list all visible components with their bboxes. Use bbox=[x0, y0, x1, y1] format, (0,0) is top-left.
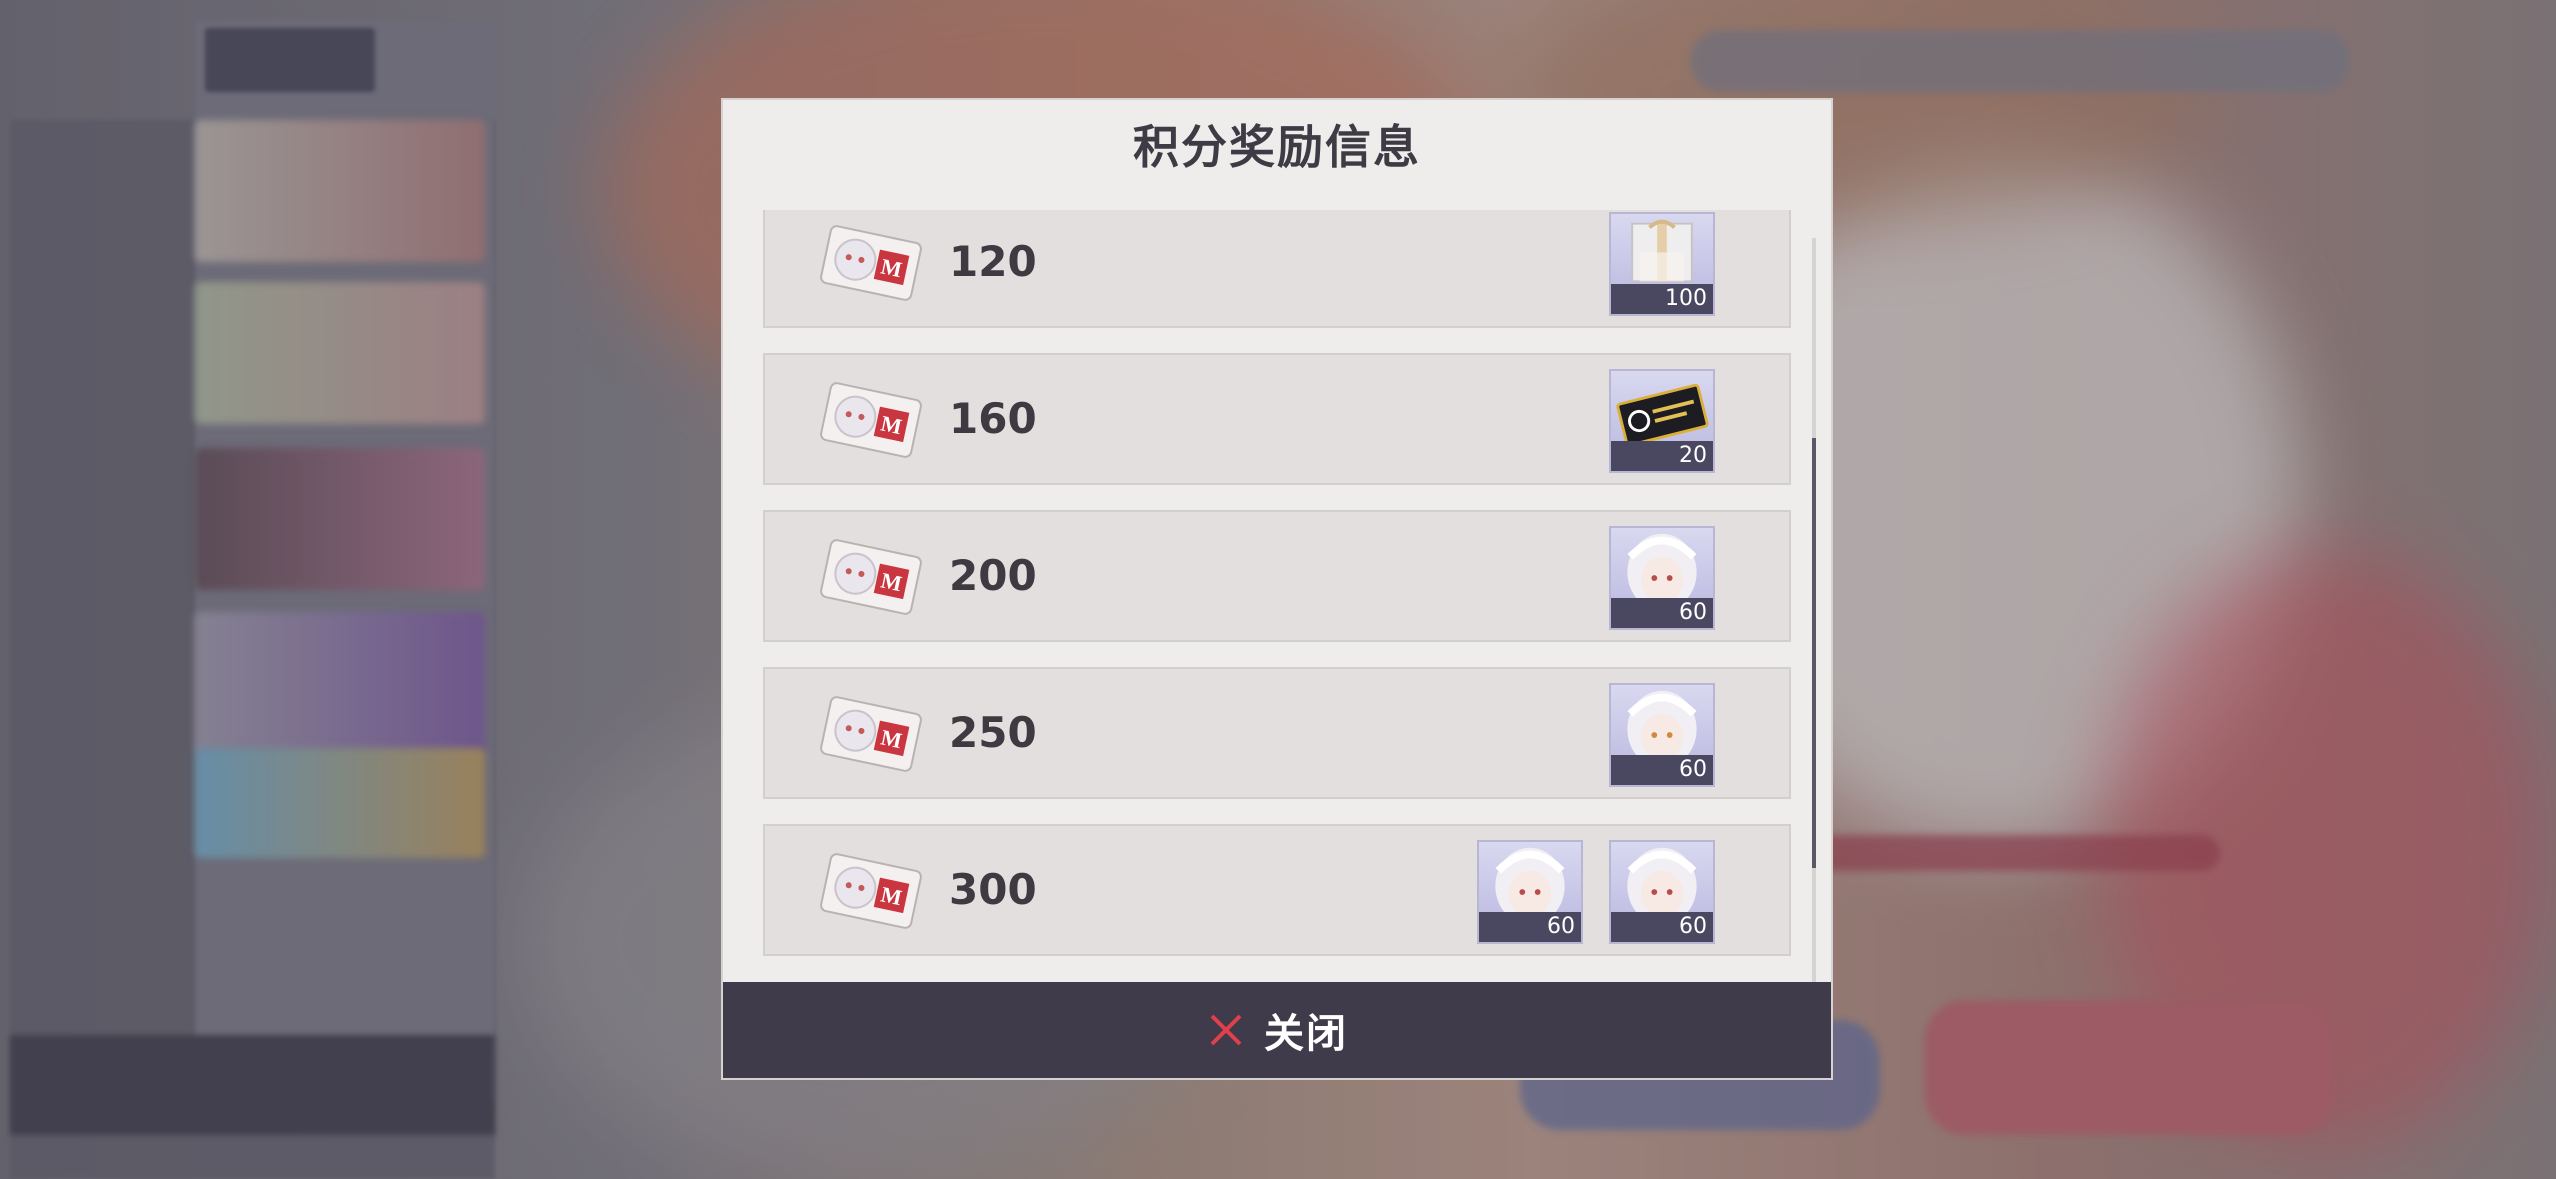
item-count: 100 bbox=[1611, 284, 1713, 314]
item-count: 60 bbox=[1611, 598, 1713, 628]
reward-row: M 200 60 bbox=[763, 510, 1791, 642]
scrollbar-thumb[interactable] bbox=[1812, 438, 1816, 868]
points-threshold: 300 bbox=[949, 865, 1037, 914]
item-count: 20 bbox=[1611, 441, 1713, 471]
reward-list[interactable]: M 120 100 M 160 20 M 200 60 M 250 60 M 3… bbox=[763, 210, 1791, 1062]
reward-row: M 120 100 bbox=[763, 210, 1791, 328]
reward-item[interactable]: 60 bbox=[1477, 840, 1583, 944]
reward-item[interactable]: 60 bbox=[1609, 840, 1715, 944]
close-button-label: 关闭 bbox=[1264, 1011, 1348, 1057]
reward-row: M 250 60 bbox=[763, 667, 1791, 799]
reward-item[interactable]: 20 bbox=[1609, 369, 1715, 473]
reward-row: M 300 60 60 bbox=[763, 824, 1791, 956]
dialog-title: 积分奖励信息 bbox=[1133, 120, 1421, 174]
item-count: 60 bbox=[1611, 912, 1713, 942]
points-threshold: 200 bbox=[949, 551, 1037, 600]
item-count: 60 bbox=[1479, 912, 1581, 942]
points-reward-dialog: 积分奖励信息 M 120 100 M 160 20 M 200 60 M 250… bbox=[721, 98, 1833, 1080]
reward-item[interactable]: 100 bbox=[1609, 212, 1715, 316]
reward-item[interactable]: 60 bbox=[1609, 526, 1715, 630]
close-button[interactable]: 关闭 bbox=[723, 982, 1831, 1078]
points-threshold: 120 bbox=[949, 237, 1037, 286]
points-ticket-icon: M bbox=[820, 539, 922, 615]
points-ticket-icon: M bbox=[820, 382, 922, 458]
points-ticket-icon: M bbox=[820, 853, 922, 929]
points-threshold: 160 bbox=[949, 394, 1037, 443]
points-ticket-icon: M bbox=[820, 225, 922, 301]
points-threshold: 250 bbox=[949, 708, 1037, 757]
reward-row: M 160 20 bbox=[763, 353, 1791, 485]
item-count: 60 bbox=[1611, 755, 1713, 785]
close-icon bbox=[1210, 1014, 1242, 1046]
scrollbar[interactable] bbox=[1812, 238, 1816, 1054]
reward-item[interactable]: 60 bbox=[1609, 683, 1715, 787]
points-ticket-icon: M bbox=[820, 696, 922, 772]
